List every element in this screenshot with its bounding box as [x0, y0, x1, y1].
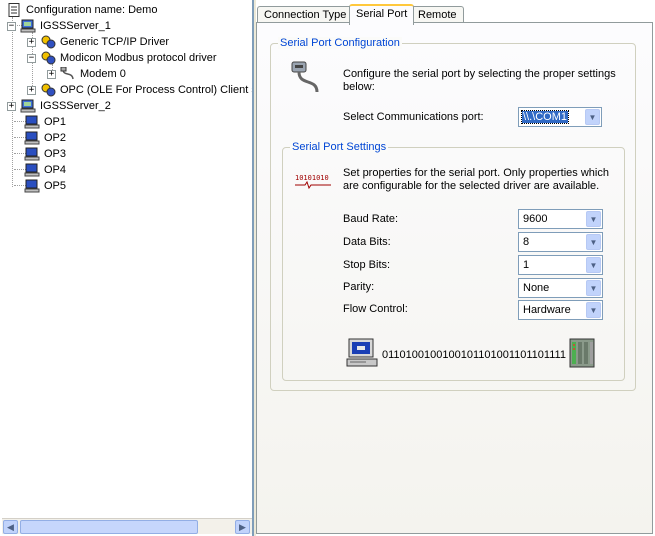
signal-line-icon	[295, 181, 331, 189]
server-icon	[20, 99, 36, 113]
parity-select[interactable]: None ▼	[518, 278, 603, 298]
tree-item-label: Modem 0	[80, 68, 126, 80]
tree-item-root[interactable]: Configuration name: Demo	[6, 2, 157, 18]
tree-item-modicon-modbus-driver[interactable]: − Modicon Modbus protocol driver	[27, 50, 217, 66]
tree-item-label: IGSSServer_1	[40, 20, 111, 32]
flow-control-value: Hardware	[523, 304, 571, 316]
server-icon	[20, 19, 36, 33]
chevron-down-icon[interactable]: ▼	[586, 302, 601, 318]
stop-bits-label: Stop Bits:	[343, 259, 391, 271]
tree-item-op3[interactable]: OP3	[24, 146, 66, 162]
tree-item-label: OP2	[44, 132, 67, 144]
chevron-down-icon[interactable]: ▼	[586, 280, 601, 296]
tree-item-igssserver-1[interactable]: − IGSSServer_1	[7, 18, 111, 34]
tree-item-label: OP4	[44, 164, 67, 176]
chevron-down-icon[interactable]: ▼	[586, 211, 601, 227]
properties-pane: Connection Type Serial Port Remote Seria…	[256, 0, 655, 536]
stop-bits-select[interactable]: 1 ▼	[518, 255, 603, 275]
tree-item-label: OP3	[44, 148, 67, 160]
plc-device-icon	[569, 338, 595, 368]
driver-icon	[41, 35, 56, 49]
tree-item-op2[interactable]: OP2	[24, 130, 66, 146]
tree-item-label: OPC (OLE For Process Control) Client si	[60, 84, 254, 96]
horizontal-scrollbar[interactable]: ◀ ▶	[2, 518, 252, 534]
tree-item-generic-tcp-ip-driver[interactable]: + Generic TCP/IP Driver	[27, 34, 169, 50]
group-title: Serial Port Settings	[290, 141, 389, 153]
stop-bits-value: 1	[523, 259, 530, 271]
group-title: Serial Port Configuration	[278, 37, 402, 49]
tree-item-op4[interactable]: OP4	[24, 162, 66, 178]
expand-toggle[interactable]: +	[27, 85, 36, 95]
operator-station-icon	[24, 163, 40, 177]
tree-item-label: OP1	[44, 116, 67, 128]
chevron-down-icon[interactable]: ▼	[586, 234, 601, 250]
driver-icon	[41, 51, 56, 65]
configuration-tree[interactable]: Configuration name: Demo − IGSSServer_1 …	[0, 0, 254, 536]
tree-root-label: Configuration name: Demo	[26, 4, 158, 16]
port-label: Select Communications port:	[343, 111, 484, 123]
tree-item-op1[interactable]: OP1	[24, 114, 66, 130]
scrollbar-thumb[interactable]	[20, 520, 198, 534]
baud-rate-select[interactable]: 9600 ▼	[518, 209, 603, 229]
parity-label: Parity:	[343, 281, 375, 293]
tree-item-modem-0[interactable]: + Modem 0	[47, 66, 126, 82]
collapse-toggle[interactable]: −	[27, 53, 36, 63]
settings-description: Set properties for the serial port. Only…	[343, 167, 609, 192]
operator-station-icon	[24, 115, 40, 129]
computer-icon	[346, 338, 378, 367]
document-icon	[8, 3, 20, 17]
tab-bar: Connection Type Serial Port Remote	[256, 4, 655, 25]
config-description: Configure the serial port by selecting t…	[343, 68, 616, 93]
serial-port-configuration-group: Serial Port Configuration Configure the …	[270, 37, 636, 391]
scroll-left-button[interactable]: ◀	[3, 520, 18, 534]
tree-item-op5[interactable]: OP5	[24, 178, 66, 194]
tree-item-opc-client[interactable]: + OPC (OLE For Process Control) Client s…	[27, 82, 254, 98]
expand-toggle[interactable]: +	[47, 69, 56, 79]
operator-station-icon	[24, 179, 40, 193]
scroll-right-button[interactable]: ▶	[235, 520, 250, 534]
operator-station-icon	[24, 131, 40, 145]
expand-toggle[interactable]: +	[27, 37, 36, 47]
serial-port-tab-page: Serial Port Configuration Configure the …	[256, 22, 653, 534]
data-bits-label: Data Bits:	[343, 236, 391, 248]
tree-item-label: Modicon Modbus protocol driver	[60, 52, 217, 64]
serial-port-settings-group: Serial Port Settings 10101010 Set proper…	[282, 141, 625, 381]
data-bits-value: 8	[523, 236, 530, 248]
flow-control-select[interactable]: Hardware ▼	[518, 300, 603, 320]
collapse-toggle[interactable]: −	[7, 21, 16, 31]
chevron-down-icon[interactable]: ▼	[586, 257, 601, 273]
expand-toggle[interactable]: +	[7, 101, 16, 111]
operator-station-icon	[24, 147, 40, 161]
communications-port-select[interactable]: \\.\COM1 ▼	[518, 107, 602, 127]
data-bits-select[interactable]: 8 ▼	[518, 232, 603, 252]
baud-rate-label: Baud Rate:	[343, 213, 399, 225]
chevron-down-icon[interactable]: ▼	[585, 109, 600, 125]
flow-control-label: Flow Control:	[343, 303, 408, 315]
port-value: \\.\COM1	[520, 110, 570, 124]
serial-cable-icon	[60, 67, 74, 80]
tab-serial-port[interactable]: Serial Port	[349, 4, 415, 25]
tree-item-label: IGSSServer_2	[40, 100, 111, 112]
parity-value: None	[523, 282, 550, 294]
baud-rate-value: 9600	[523, 213, 548, 225]
driver-icon	[41, 83, 56, 97]
tree-item-label: OP5	[44, 180, 67, 192]
binary-data-stream: 0110100100100101101001101101111	[382, 349, 566, 361]
tree-item-igssserver-2[interactable]: + IGSSServer_2	[7, 98, 111, 114]
tree-item-label: Generic TCP/IP Driver	[60, 36, 170, 48]
serial-connector-icon	[291, 61, 319, 93]
